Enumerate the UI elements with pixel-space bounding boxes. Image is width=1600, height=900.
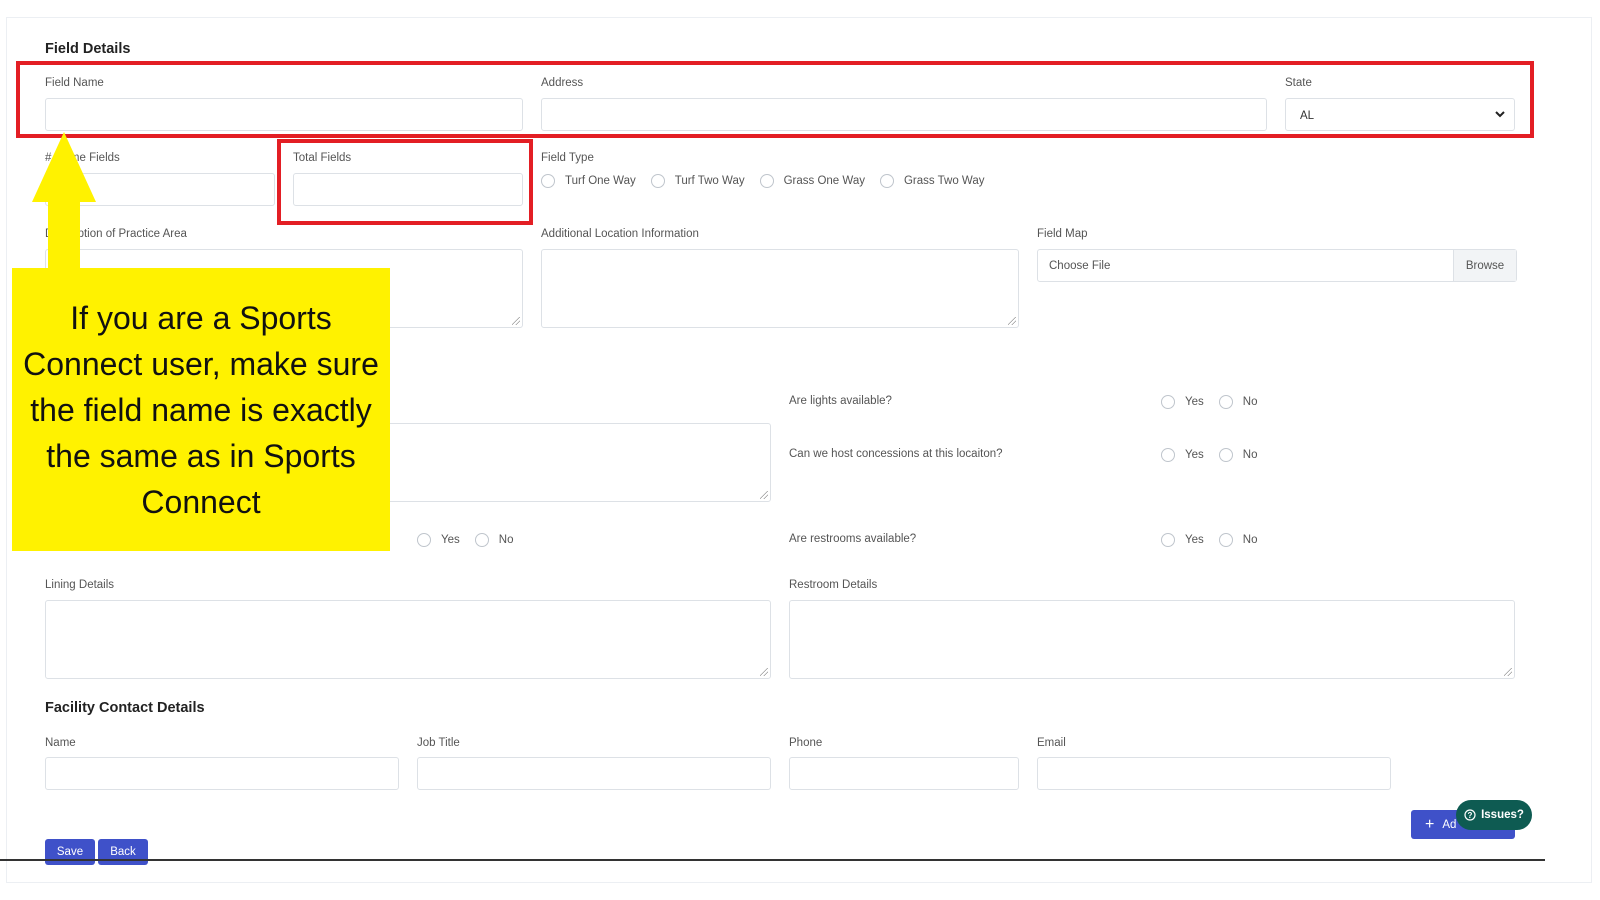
radio-grass-one-way[interactable]: Grass One Way xyxy=(759,174,865,188)
radio-circle[interactable] xyxy=(1161,533,1175,547)
resize-grip-icon[interactable] xyxy=(1008,317,1016,325)
lining-radio-group: Yes No xyxy=(417,533,528,547)
field-type-label: Field Type xyxy=(541,152,594,164)
contact-email-input[interactable] xyxy=(1037,757,1391,790)
restroom-details-label: Restroom Details xyxy=(789,579,878,591)
restrooms-question: Are restrooms available? xyxy=(789,533,917,545)
radio-circle[interactable] xyxy=(650,174,665,188)
radio-circle[interactable] xyxy=(1161,448,1175,462)
resize-grip-icon[interactable] xyxy=(1504,668,1512,676)
field-map-file-input[interactable]: Choose File Browse xyxy=(1037,249,1517,282)
radio-circle[interactable] xyxy=(1161,395,1175,409)
concessions-question: Can we host concessions at this locaiton… xyxy=(789,448,1003,460)
resize-grip-icon[interactable] xyxy=(512,317,520,325)
additional-location-textarea[interactable] xyxy=(541,249,1019,328)
callout-arrow-icon xyxy=(32,132,96,272)
radio-grass-two-way[interactable]: Grass Two Way xyxy=(879,174,985,188)
svg-text:?: ? xyxy=(1468,811,1473,820)
page-bottom-divider xyxy=(0,859,1545,861)
callout-text: If you are a Sports Connect user, make s… xyxy=(23,299,379,520)
contact-name-input[interactable] xyxy=(45,757,399,790)
radio-circle[interactable] xyxy=(1218,395,1233,409)
radio-circle[interactable] xyxy=(474,533,489,547)
lining-no-radio[interactable]: No xyxy=(474,533,513,547)
annotation-highlight-first-row xyxy=(16,61,1534,138)
back-button[interactable]: Back xyxy=(98,839,148,865)
section-title-facility-contact: Facility Contact Details xyxy=(45,700,205,716)
lights-no-radio[interactable]: No xyxy=(1218,395,1257,409)
radio-turf-one-way[interactable]: Turf One Way xyxy=(541,174,636,188)
resize-grip-icon[interactable] xyxy=(760,668,768,676)
lining-details-textarea[interactable] xyxy=(45,600,771,679)
radio-turf-two-way[interactable]: Turf Two Way xyxy=(650,174,745,188)
contact-phone-input[interactable] xyxy=(789,757,1019,790)
additional-location-label: Additional Location Information xyxy=(541,228,699,240)
field-type-radio-group: Turf One Way Turf Two Way Grass One Way … xyxy=(541,174,1000,188)
contact-email-label: Email xyxy=(1037,737,1066,749)
contact-job-title-input[interactable] xyxy=(417,757,771,790)
concessions-no-radio[interactable]: No xyxy=(1218,448,1257,462)
restroom-details-textarea[interactable] xyxy=(789,600,1515,679)
file-input-text[interactable]: Choose File xyxy=(1038,250,1453,281)
lining-yes-radio[interactable]: Yes xyxy=(417,533,460,547)
radio-circle[interactable] xyxy=(879,174,894,188)
concessions-yes-radio[interactable]: Yes xyxy=(1161,448,1204,462)
radio-circle[interactable] xyxy=(1218,448,1233,462)
radio-circle[interactable] xyxy=(541,174,555,188)
contact-job-title-label: Job Title xyxy=(417,737,460,749)
radio-circle[interactable] xyxy=(417,533,431,547)
radio-circle[interactable] xyxy=(1218,533,1233,547)
help-circle-icon: ? xyxy=(1464,809,1476,821)
restrooms-yes-radio[interactable]: Yes xyxy=(1161,533,1204,547)
section-title-field-details: Field Details xyxy=(45,41,131,57)
lights-radio-group: Yes No xyxy=(1161,395,1272,409)
browse-button[interactable]: Browse xyxy=(1453,250,1516,281)
restrooms-no-radio[interactable]: No xyxy=(1218,533,1257,547)
concessions-radio-group: Yes No xyxy=(1161,448,1272,462)
annotation-highlight-total-fields xyxy=(277,139,533,225)
lights-question: Are lights available? xyxy=(789,395,892,407)
restrooms-radio-group: Yes No xyxy=(1161,533,1272,547)
issues-button[interactable]: ? Issues? xyxy=(1456,800,1532,830)
field-map-label: Field Map xyxy=(1037,228,1088,240)
resize-grip-icon[interactable] xyxy=(760,491,768,499)
contact-name-label: Name xyxy=(45,737,76,749)
lights-yes-radio[interactable]: Yes xyxy=(1161,395,1204,409)
plus-icon: + xyxy=(1425,815,1435,833)
callout-note: If you are a Sports Connect user, make s… xyxy=(12,268,390,551)
radio-circle[interactable] xyxy=(759,174,774,188)
contact-phone-label: Phone xyxy=(789,737,823,749)
lining-details-label: Lining Details xyxy=(45,579,115,591)
save-button[interactable]: Save xyxy=(45,839,95,865)
